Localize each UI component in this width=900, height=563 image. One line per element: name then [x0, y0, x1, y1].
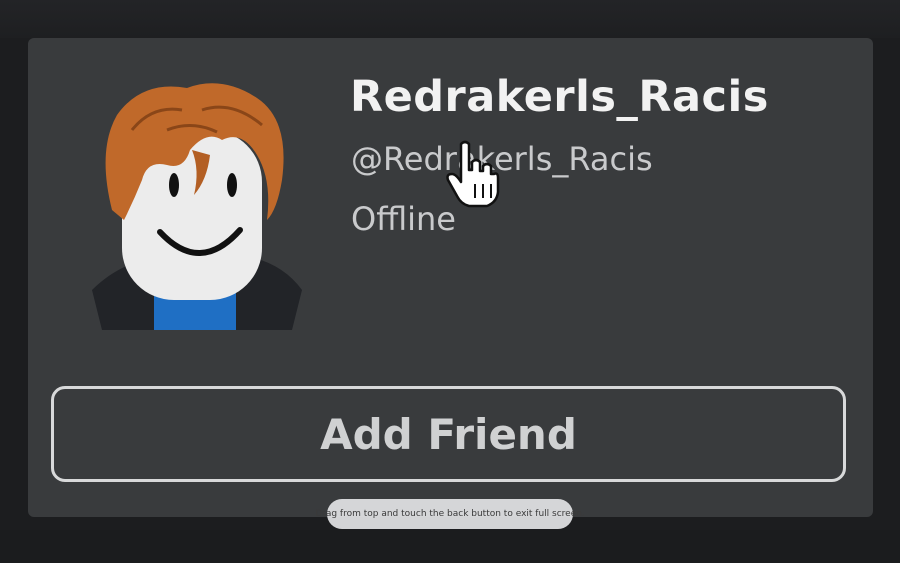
bottom-bar-background	[0, 530, 900, 563]
display-name: Redrakerls_Racis	[350, 72, 769, 122]
user-avatar[interactable]	[72, 70, 317, 340]
fullscreen-toast: Drag from top and touch the back button …	[315, 499, 585, 529]
top-bar-background	[0, 0, 900, 38]
add-friend-button[interactable]: Add Friend	[51, 386, 846, 482]
presence-status: Offline	[351, 200, 456, 238]
username: @Redrakerls_Racis	[351, 140, 653, 178]
hand-pointer-icon	[446, 140, 500, 208]
